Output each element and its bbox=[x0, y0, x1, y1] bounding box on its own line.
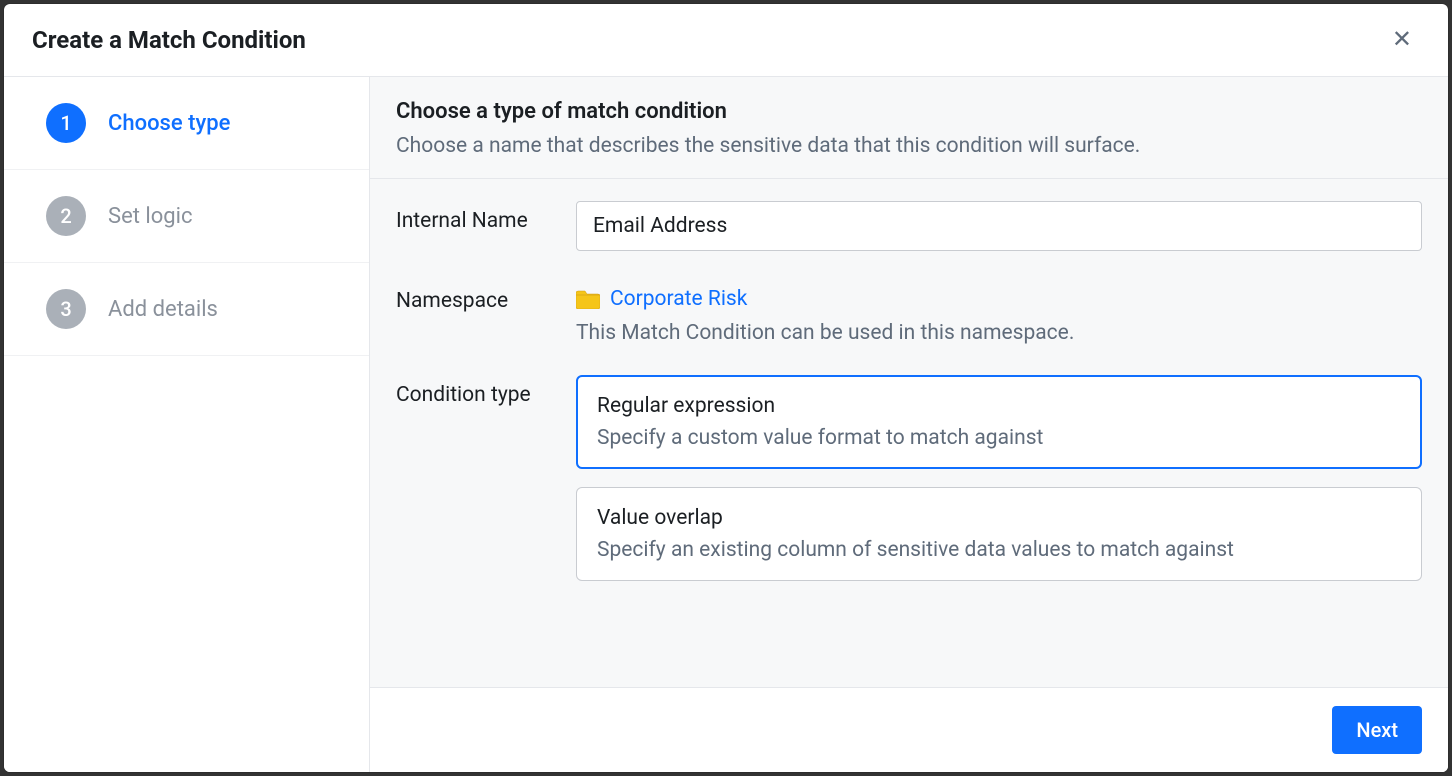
condition-type-row: Condition type Regular expression Specif… bbox=[396, 375, 1422, 599]
internal-name-input[interactable] bbox=[576, 201, 1422, 251]
step-set-logic[interactable]: 2 Set logic bbox=[4, 170, 369, 263]
internal-name-row: Internal Name bbox=[396, 201, 1422, 251]
step-label: Add details bbox=[108, 297, 218, 322]
main-subtitle: Choose a name that describes the sensiti… bbox=[396, 134, 1422, 158]
step-add-details[interactable]: 3 Add details bbox=[4, 263, 369, 356]
folder-icon bbox=[576, 289, 600, 309]
step-label: Choose type bbox=[108, 111, 230, 136]
next-button[interactable]: Next bbox=[1332, 706, 1422, 754]
modal-footer: Next bbox=[370, 687, 1448, 772]
internal-name-label: Internal Name bbox=[396, 201, 576, 233]
modal-header: Create a Match Condition ✕ bbox=[4, 4, 1448, 77]
step-number-badge: 2 bbox=[46, 196, 86, 236]
step-number-badge: 1 bbox=[46, 103, 86, 143]
option-description: Specify an existing column of sensitive … bbox=[597, 538, 1401, 562]
main-title: Choose a type of match condition bbox=[396, 99, 1422, 124]
condition-type-label: Condition type bbox=[396, 375, 576, 407]
namespace-hint: This Match Condition can be used in this… bbox=[576, 321, 1422, 345]
namespace-link-text: Corporate Risk bbox=[610, 287, 747, 311]
main-header: Choose a type of match condition Choose … bbox=[370, 77, 1448, 179]
condition-type-option-value-overlap[interactable]: Value overlap Specify an existing column… bbox=[576, 487, 1422, 581]
option-title: Value overlap bbox=[597, 506, 1401, 530]
namespace-label: Namespace bbox=[396, 281, 576, 313]
wizard-sidebar: 1 Choose type 2 Set logic 3 Add details bbox=[4, 77, 370, 772]
condition-type-option-regex[interactable]: Regular expression Specify a custom valu… bbox=[576, 375, 1422, 469]
modal-body: 1 Choose type 2 Set logic 3 Add details … bbox=[4, 77, 1448, 772]
step-choose-type[interactable]: 1 Choose type bbox=[4, 77, 369, 170]
option-description: Specify a custom value format to match a… bbox=[597, 426, 1401, 450]
namespace-link[interactable]: Corporate Risk bbox=[576, 281, 747, 311]
namespace-row: Namespace Corporate Risk This Match Cond… bbox=[396, 281, 1422, 345]
close-button[interactable]: ✕ bbox=[1384, 24, 1420, 56]
step-number-badge: 3 bbox=[46, 289, 86, 329]
step-label: Set logic bbox=[108, 204, 193, 229]
option-title: Regular expression bbox=[597, 394, 1401, 418]
close-icon: ✕ bbox=[1392, 26, 1412, 53]
create-match-condition-modal: Create a Match Condition ✕ 1 Choose type… bbox=[4, 4, 1448, 772]
form-area: Internal Name Namespace Corporate bbox=[370, 179, 1448, 687]
main-panel: Choose a type of match condition Choose … bbox=[370, 77, 1448, 772]
modal-title: Create a Match Condition bbox=[32, 26, 306, 54]
